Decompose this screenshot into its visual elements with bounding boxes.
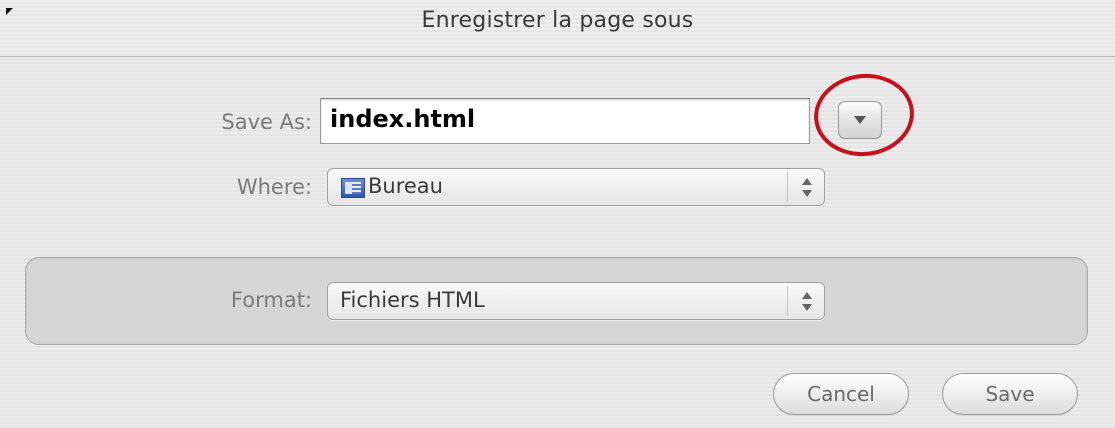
format-label: Format: xyxy=(230,288,312,312)
annotation-circle xyxy=(809,68,919,162)
save-as-label: Save As: xyxy=(221,110,312,134)
cancel-button[interactable]: Cancel xyxy=(773,373,909,415)
popup-arrows-icon xyxy=(801,178,813,198)
where-popup[interactable]: Bureau xyxy=(327,168,825,206)
popup-divider xyxy=(787,172,788,202)
popup-arrows-icon xyxy=(801,292,813,312)
save-dialog: Enregistrer la page sous Save As: index.… xyxy=(0,0,1115,428)
dialog-title: Enregistrer la page sous xyxy=(421,8,694,33)
where-selected-value: Bureau xyxy=(368,174,443,198)
format-popup[interactable]: Fichiers HTML xyxy=(327,282,825,320)
save-button[interactable]: Save xyxy=(942,373,1078,415)
where-label: Where: xyxy=(236,175,312,199)
desktop-folder-icon xyxy=(341,178,365,198)
title-bar: Enregistrer la page sous xyxy=(0,0,1115,57)
save-as-input[interactable]: index.html xyxy=(320,98,810,144)
popup-divider xyxy=(787,286,788,316)
format-selected-value: Fichiers HTML xyxy=(340,288,485,312)
